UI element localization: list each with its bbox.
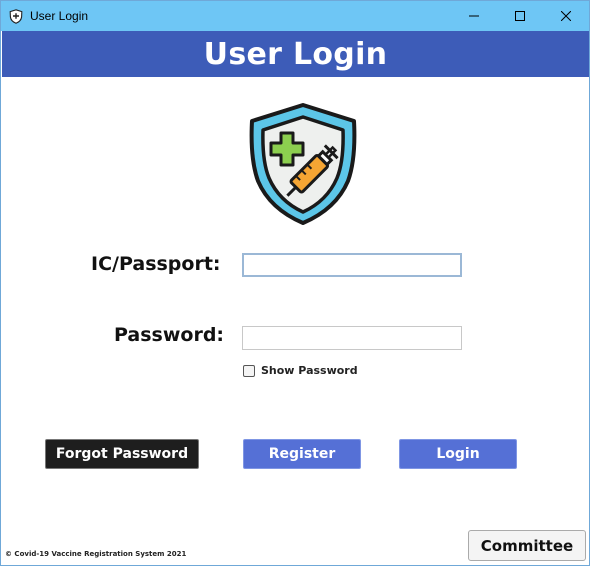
copyright-footer: © Covid-19 Vaccine Registration System 2… (5, 550, 187, 558)
close-icon[interactable] (543, 1, 589, 31)
forgot-password-button[interactable]: Forgot Password (45, 439, 199, 469)
ic-passport-input[interactable] (242, 253, 462, 277)
show-password-checkbox[interactable] (243, 364, 255, 377)
window-title: User Login (30, 9, 89, 23)
ic-passport-label: IC/Passport: (91, 253, 221, 275)
app-shield-icon (8, 8, 24, 24)
shield-syringe-icon (244, 101, 362, 227)
show-password-label: Show Password (261, 364, 358, 377)
page-title: User Login (203, 36, 388, 72)
header-banner: User Login (2, 31, 589, 77)
minimize-icon[interactable] (451, 1, 497, 31)
title-bar[interactable]: User Login (1, 1, 589, 31)
show-password-checkbox-row[interactable]: Show Password (243, 364, 358, 377)
password-input[interactable] (242, 326, 462, 350)
maximize-icon[interactable] (497, 1, 543, 31)
login-button[interactable]: Login (399, 439, 517, 469)
register-button[interactable]: Register (243, 439, 361, 469)
password-label: Password: (114, 324, 225, 346)
login-window: User Login User Login IC/Passport: Passw… (0, 0, 590, 566)
committee-button[interactable]: Committee (468, 530, 586, 561)
